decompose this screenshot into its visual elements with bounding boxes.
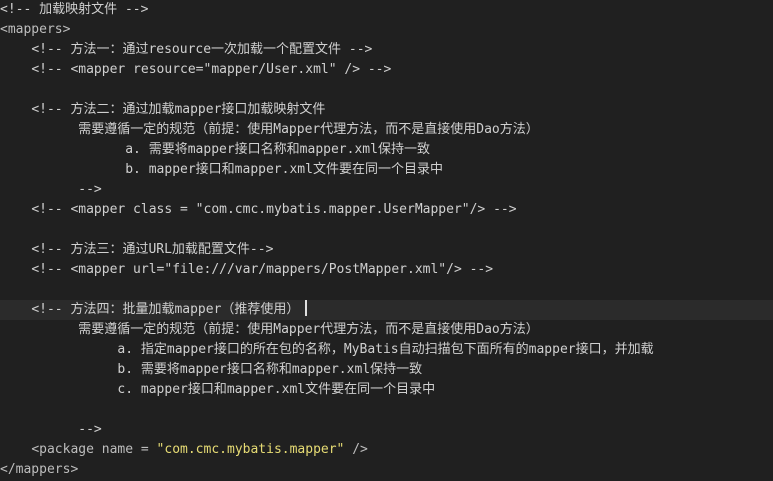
comment-text: <!-- 方法二：通过加载mapper接口加载映射文件 [31,102,326,117]
code-line-blank[interactable] [0,220,773,240]
comment-text: a. 需要将mapper接口名称和mapper.xml保持一致 [125,142,430,157]
code-line[interactable]: <!-- 方法二：通过加载mapper接口加载映射文件 [0,100,773,120]
code-line[interactable]: <!-- 方法三：通过URL加载配置文件--> [0,240,773,260]
comment-text: 需要遵循一定的规范（前提：使用Mapper代理方法，而不是直接使用Dao方法） [78,122,539,137]
code-line[interactable]: b. 需要将mapper接口名称和mapper.xml保持一致 [0,360,773,380]
comment-text: c. mapper接口和mapper.xml文件要在同一个目录中 [117,382,436,397]
package-name-value: "com.cmc.mybatis.mapper" [156,442,345,457]
code-line[interactable]: <!-- 加载映射文件 --> [0,0,773,20]
comment-text: b. 需要将mapper接口名称和mapper.xml保持一致 [117,362,423,377]
code-line[interactable]: <package name = "com.cmc.mybatis.mapper"… [0,440,773,460]
code-line[interactable]: a. 指定mapper接口的所在包的名称，MyBatis自动扫描包下面所有的ma… [0,340,773,360]
comment-text: <!-- 加载映射文件 --> [0,2,149,17]
comment-text: --> [78,422,102,437]
code-line[interactable]: a. 需要将mapper接口名称和mapper.xml保持一致 [0,140,773,160]
current-code-line[interactable]: <!-- 方法四：批量加载mapper（推荐使用） [0,300,773,320]
comment-text: <!-- <mapper class = "com.cmc.mybatis.ma… [31,202,517,217]
mappers-open-tag: <mappers> [0,22,71,37]
code-line[interactable]: <!-- <mapper resource="mapper/User.xml" … [0,60,773,80]
package-tag-end: /> [344,442,368,457]
code-line-blank[interactable] [0,280,773,300]
comment-text: --> [78,182,102,197]
comment-text: <!-- 方法三：通过URL加载配置文件--> [31,242,274,257]
code-line[interactable]: --> [0,420,773,440]
comment-text: <!-- <mapper url="file:///var/mappers/Po… [31,262,494,277]
comment-text: <!-- <mapper resource="mapper/User.xml" … [31,62,392,77]
code-editor[interactable]: <!-- 加载映射文件 --> <mappers> <!-- 方法一：通过res… [0,0,773,481]
text-caret [305,300,308,316]
comment-text: a. 指定mapper接口的所在包的名称，MyBatis自动扫描包下面所有的ma… [117,342,654,357]
package-tag-start: <package name = [31,442,157,457]
code-line[interactable]: <!-- <mapper class = "com.cmc.mybatis.ma… [0,200,773,220]
code-line-blank[interactable] [0,400,773,420]
code-line[interactable]: c. mapper接口和mapper.xml文件要在同一个目录中 [0,380,773,400]
comment-text: <!-- 方法四：批量加载mapper（推荐使用） [31,302,300,317]
code-line[interactable]: </mappers> [0,460,773,480]
code-line-blank[interactable] [0,80,773,100]
mappers-close-tag: </mappers> [0,462,79,477]
code-line[interactable]: 需要遵循一定的规范（前提：使用Mapper代理方法，而不是直接使用Dao方法） [0,120,773,140]
comment-text: <!-- 方法一：通过resource一次加载一个配置文件 --> [31,42,373,57]
code-line[interactable]: b. mapper接口和mapper.xml文件要在同一个目录中 [0,160,773,180]
code-line[interactable]: <!-- <mapper url="file:///var/mappers/Po… [0,260,773,280]
comment-text: b. mapper接口和mapper.xml文件要在同一个目录中 [125,162,443,177]
code-line[interactable]: <mappers> [0,20,773,40]
code-line[interactable]: --> [0,180,773,200]
comment-text: 需要遵循一定的规范（前提：使用Mapper代理方法，而不是直接使用Dao方法） [78,322,539,337]
code-line[interactable]: 需要遵循一定的规范（前提：使用Mapper代理方法，而不是直接使用Dao方法） [0,320,773,340]
code-line[interactable]: <!-- 方法一：通过resource一次加载一个配置文件 --> [0,40,773,60]
